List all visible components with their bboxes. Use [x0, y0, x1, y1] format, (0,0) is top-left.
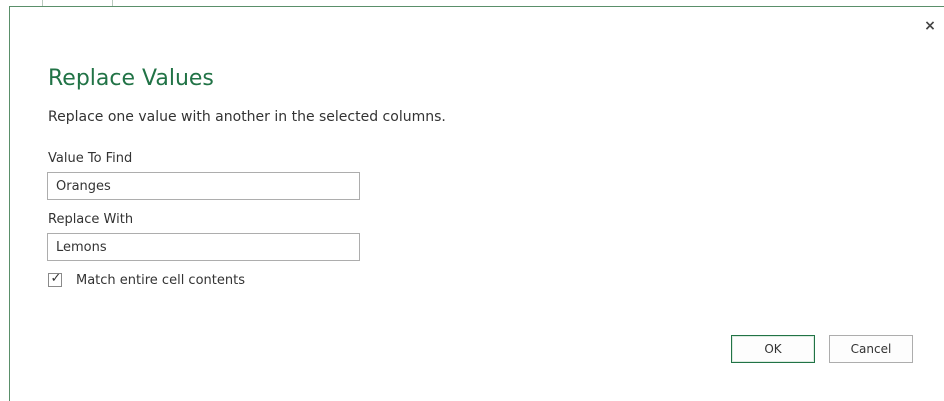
ok-button[interactable]: OK: [731, 335, 815, 363]
checkmark-icon: ✓: [50, 271, 62, 286]
window-frame-left: [9, 6, 10, 401]
cancel-button[interactable]: Cancel: [829, 335, 913, 363]
replace-values-dialog: × Replace Values Replace one value with …: [0, 0, 944, 401]
value-to-find-input[interactable]: [47, 172, 360, 200]
match-entire-cell-option[interactable]: ✓ Match entire cell contents: [48, 271, 245, 289]
frame-tick: [42, 0, 43, 6]
dialog-title: Replace Values: [48, 66, 214, 91]
match-entire-cell-label: Match entire cell contents: [76, 272, 245, 288]
dialog-description: Replace one value with another in the se…: [48, 109, 446, 125]
window-frame-top: [10, 6, 944, 7]
value-to-find-label: Value To Find: [48, 151, 133, 166]
replace-with-label: Replace With: [48, 212, 134, 227]
frame-tick: [112, 0, 113, 6]
replace-with-input[interactable]: [47, 233, 360, 261]
close-icon[interactable]: ×: [922, 18, 938, 34]
match-entire-cell-checkbox[interactable]: ✓: [48, 271, 62, 287]
